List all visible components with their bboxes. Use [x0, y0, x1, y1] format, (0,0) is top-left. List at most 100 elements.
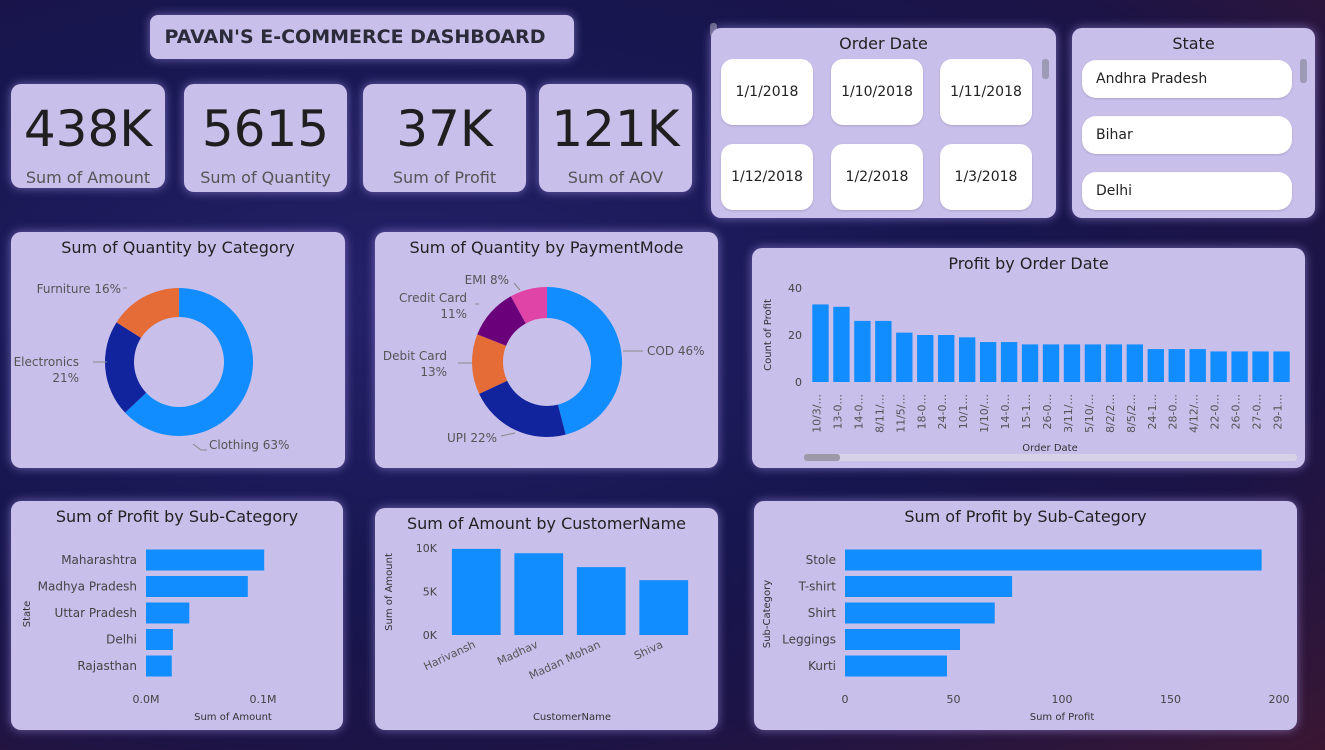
bar[interactable] [639, 580, 689, 635]
donut-label-upi: UPI 22% [447, 431, 497, 445]
state-slicer-title: State [1172, 34, 1215, 53]
order-date-option[interactable]: 1/2/2018 [831, 144, 923, 210]
bar[interactable] [1147, 349, 1164, 382]
bar[interactable] [938, 335, 955, 382]
bar[interactable] [1042, 344, 1060, 382]
bar[interactable] [1210, 351, 1227, 382]
state-option[interactable]: Andhra Pradesh [1082, 60, 1292, 98]
bar[interactable] [845, 655, 947, 677]
donut-label-cod: COD 46% [647, 344, 705, 358]
order-date-scrollbar[interactable] [1042, 59, 1049, 79]
bar[interactable] [1273, 351, 1290, 382]
kpi-profit-label: Sum of Profit [392, 168, 497, 187]
state-option[interactable]: Bihar [1082, 116, 1292, 154]
donut-label-electronics: Electronics [14, 355, 79, 369]
bar[interactable] [576, 567, 626, 635]
order-date-option[interactable]: 1/1/2018 [721, 59, 813, 125]
bar[interactable] [1021, 344, 1039, 382]
horizontal-scrollbar-thumb[interactable] [804, 454, 840, 461]
order-date-option[interactable]: 1/3/2018 [940, 144, 1032, 210]
bar[interactable] [146, 602, 190, 624]
y-tick-label: 40 [788, 282, 802, 295]
order-date-option[interactable]: 1/12/2018 [721, 144, 813, 210]
bar[interactable] [146, 549, 265, 571]
state-option[interactable]: Delhi [1082, 172, 1292, 210]
bar[interactable] [146, 629, 173, 650]
y-tick-label: 20 [788, 329, 802, 342]
bar[interactable] [1063, 344, 1081, 382]
x-tick-label: Shiva [632, 638, 665, 663]
order-date-option[interactable]: 1/10/2018 [831, 59, 923, 125]
dashboard-title-card: PAVAN'S E-COMMERCE DASHBOARD [150, 15, 717, 59]
x-tick-label: 26-0... [1230, 394, 1243, 429]
bar[interactable] [146, 655, 172, 677]
x-tick-label: 14-0... [999, 394, 1012, 429]
y-axis-title: Sum of Amount [384, 553, 395, 631]
bar[interactable] [1168, 349, 1185, 382]
state-scrollbar[interactable] [1300, 59, 1307, 83]
bar[interactable] [146, 576, 248, 597]
bar[interactable] [845, 549, 1262, 571]
bar[interactable] [845, 602, 995, 624]
y-category-label: Madhya Pradesh [38, 580, 137, 594]
bar[interactable] [854, 320, 871, 382]
x-tick-label: 5/10/... [1083, 394, 1096, 433]
kpi-aov-card: 121K Sum of AOV [539, 84, 692, 192]
x-tick-label: 200 [1269, 693, 1290, 706]
bar[interactable] [1252, 351, 1269, 382]
x-tick-label: 8/2/2... [1104, 394, 1117, 433]
y-category-label: Maharashtra [61, 553, 137, 567]
x-tick-label: Harivansh [422, 638, 478, 673]
donut-slice-upi[interactable] [479, 380, 566, 437]
bar[interactable] [1189, 349, 1206, 382]
x-tick-label: 1/10/... [978, 394, 991, 433]
y-axis-title: Sub-Category [762, 580, 773, 648]
bar[interactable] [1105, 344, 1123, 382]
y-category-label: Delhi [106, 633, 137, 647]
dashboard-title: PAVAN'S E-COMMERCE DASHBOARD [164, 26, 546, 48]
bar[interactable] [833, 306, 850, 382]
order-date-option[interactable]: 1/11/2018 [940, 59, 1032, 125]
bar[interactable] [812, 304, 829, 382]
x-tick-label: 10/1... [957, 394, 970, 429]
donut-label-debit-pct: 13% [420, 365, 447, 379]
bar[interactable] [514, 553, 564, 635]
horizontal-scrollbar-track[interactable] [804, 454, 1297, 461]
y-category-label: T-shirt [798, 580, 837, 594]
donut-label-furniture: Furniture 16% [37, 282, 121, 296]
bar[interactable] [1000, 342, 1018, 382]
kpi-aov-value: 121K [551, 100, 680, 158]
y-tick-label: 5K [423, 586, 438, 599]
y-axis-title: Count of Profit [763, 299, 774, 371]
y-category-label: Shirt [808, 606, 836, 620]
x-tick-label: 100 [1052, 693, 1073, 706]
paymentmode-donut-card: Sum of Quantity by PaymentMode COD 46% U… [375, 232, 718, 468]
y-tick-label: 0 [795, 376, 802, 389]
order-date-slicer-title: Order Date [839, 34, 928, 53]
x-tick-label: Madan Mohan [527, 638, 603, 682]
kpi-amount-label: Sum of Amount [25, 168, 151, 187]
y-category-label: Leggings [782, 633, 836, 647]
bar[interactable] [845, 576, 1013, 597]
bar[interactable] [917, 335, 934, 382]
bar[interactable] [1084, 344, 1102, 382]
bar[interactable] [896, 332, 913, 382]
donut-label-emi: EMI 8% [465, 273, 509, 287]
paymentmode-donut-chart: COD 46% UPI 22% Debit Card 13% Credit Ca… [383, 273, 705, 445]
x-tick-label: 50 [947, 693, 961, 706]
x-tick-label: Madhav [495, 638, 540, 668]
bar[interactable] [875, 320, 892, 382]
state-slicer: State Andhra Pradesh Bihar Delhi [1072, 28, 1315, 218]
y-category-label: Stole [806, 553, 836, 567]
bar[interactable] [1126, 344, 1143, 382]
x-tick-label: 24-0... [936, 394, 949, 429]
bar[interactable] [451, 548, 501, 635]
bar[interactable] [959, 337, 976, 382]
kpi-profit-card: 37K Sum of Profit [363, 84, 526, 192]
x-axis-title: Sum of Profit [1030, 712, 1095, 723]
bar[interactable] [1231, 351, 1248, 382]
profit-by-date-chart: 0 20 40 10/3/... 13-0... 14-0... 8/11/... 11/5… [763, 282, 1297, 461]
bar[interactable] [845, 629, 961, 650]
bar[interactable] [979, 342, 997, 382]
kpi-amount-value: 438K [23, 100, 153, 158]
